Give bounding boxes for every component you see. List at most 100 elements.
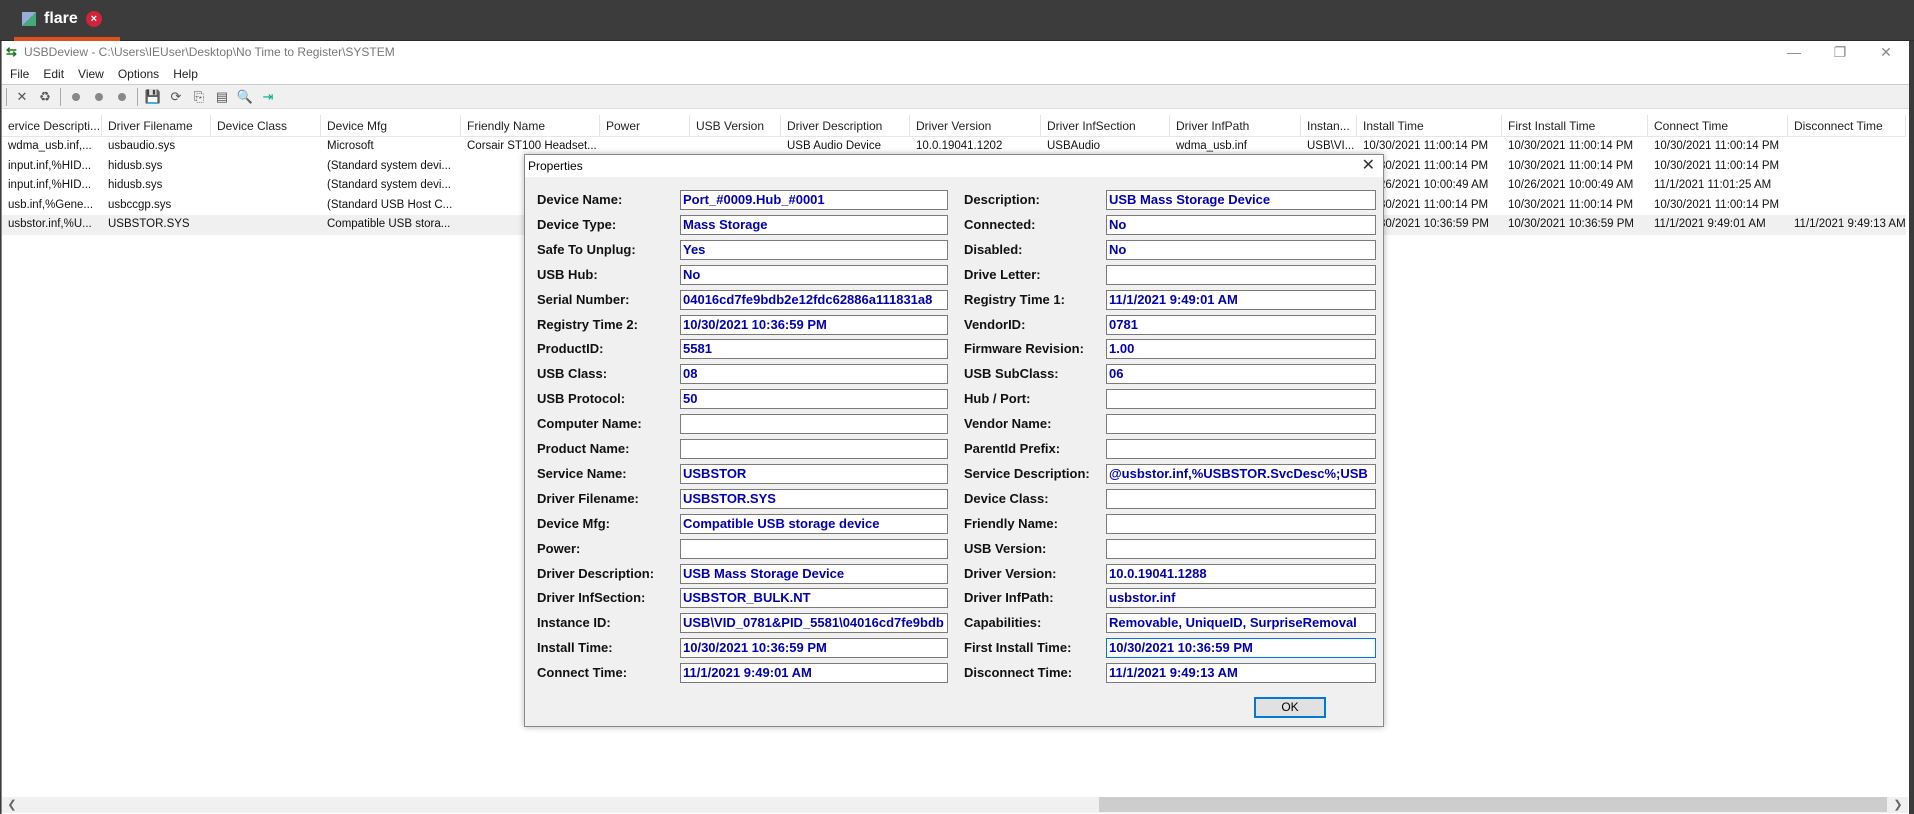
- field-value[interactable]: USBSTOR.SYS: [680, 488, 948, 509]
- field-value[interactable]: Yes: [680, 239, 948, 260]
- minimize-button[interactable]: —: [1771, 41, 1817, 63]
- maximize-button[interactable]: ❐: [1817, 41, 1863, 63]
- field-value[interactable]: 06: [1106, 364, 1376, 385]
- field-value[interactable]: 10/30/2021 10:36:59 PM: [680, 314, 948, 335]
- column-header[interactable]: Driver Description: [781, 115, 910, 137]
- toggle-icon[interactable]: [114, 89, 130, 105]
- field-value[interactable]: [1106, 488, 1376, 509]
- enable-icon[interactable]: [68, 89, 84, 105]
- menu-edit[interactable]: Edit: [43, 67, 64, 81]
- list-header: ervice Descripti... Driver Filename Device…: [2, 115, 1906, 137]
- column-header[interactable]: Driver Filename: [102, 115, 211, 137]
- field-value[interactable]: usbstor.inf: [1106, 588, 1376, 609]
- field-value[interactable]: Port_#0009.Hub_#0001: [680, 190, 948, 210]
- table-cell: [211, 196, 321, 216]
- field-value[interactable]: USB\VID_0781&PID_5581\04016cd7fe9bdb: [680, 613, 948, 634]
- field-label: Capabilities:: [964, 615, 1042, 631]
- table-cell: [211, 137, 321, 157]
- field-value[interactable]: 0781: [1106, 314, 1376, 335]
- field-value[interactable]: 08: [680, 364, 948, 385]
- field-label: Friendly Name:: [964, 515, 1058, 531]
- field-value[interactable]: [1106, 439, 1376, 459]
- menu-options[interactable]: Options: [118, 67, 159, 81]
- field-label: USB Class:: [537, 366, 608, 382]
- field-value[interactable]: 11/1/2021 9:49:01 AM: [1106, 289, 1376, 310]
- field-value[interactable]: Mass Storage: [680, 214, 948, 235]
- column-header[interactable]: Power: [600, 115, 690, 137]
- scrollbar-thumb[interactable]: [1099, 797, 1887, 812]
- menu-file[interactable]: File: [10, 67, 29, 81]
- table-cell: [211, 215, 321, 235]
- exit-icon[interactable]: ⇥: [260, 89, 276, 105]
- scroll-right-icon[interactable]: ❯: [1890, 797, 1906, 813]
- field-value[interactable]: 10/30/2021 10:36:59 PM: [680, 638, 948, 659]
- field-value[interactable]: 1.00: [1106, 339, 1376, 360]
- find-icon[interactable]: 🔍: [237, 89, 253, 105]
- field-value[interactable]: USBSTOR: [680, 463, 948, 484]
- field-value[interactable]: [1106, 264, 1376, 285]
- horizontal-scrollbar[interactable]: ❮ ❯: [2, 797, 1908, 813]
- vm-icon: [22, 11, 36, 26]
- field-value[interactable]: No: [1106, 239, 1376, 260]
- column-header[interactable]: Driver Version: [910, 115, 1041, 137]
- dialog-close-icon[interactable]: ✕: [1362, 155, 1375, 177]
- table-cell: Microsoft: [327, 140, 374, 152]
- field-value[interactable]: 5581: [680, 339, 948, 360]
- menu-view[interactable]: View: [78, 67, 104, 81]
- field-label: Service Description:: [964, 465, 1090, 481]
- field-value[interactable]: [680, 414, 948, 435]
- column-header[interactable]: ervice Descripti...: [2, 115, 102, 137]
- field-value[interactable]: 50: [680, 389, 948, 410]
- field-label: Description:: [964, 192, 1040, 207]
- field-label: Device Type:: [537, 216, 617, 232]
- field-value[interactable]: [1106, 389, 1376, 410]
- tab-flare[interactable]: flare ×: [14, 0, 120, 41]
- table-cell: hidusb.sys: [108, 159, 163, 172]
- column-header[interactable]: USB Version: [690, 115, 781, 137]
- field-value[interactable]: No: [680, 264, 948, 285]
- field-value[interactable]: [1106, 414, 1376, 435]
- column-header[interactable]: Device Mfg: [321, 115, 461, 137]
- field-value[interactable]: 04016cd7fe9bdb2e12fdc62886a111831a8: [680, 289, 948, 310]
- tab-close-icon[interactable]: ×: [85, 10, 102, 27]
- uninstall-icon[interactable]: ♻: [37, 89, 53, 105]
- field-value[interactable]: 10/30/2021 10:36:59 PM: [1106, 638, 1376, 659]
- column-header[interactable]: Instan...: [1301, 115, 1357, 137]
- column-header[interactable]: Connect Time: [1648, 115, 1788, 137]
- field-value[interactable]: [1106, 538, 1376, 559]
- field-value[interactable]: @usbstor.inf,%USBSTOR.SvcDesc%;USB: [1106, 463, 1376, 484]
- field-label: Disabled:: [964, 241, 1023, 257]
- field-value[interactable]: Removable, UniqueID, SurpriseRemoval: [1106, 613, 1376, 634]
- disable-icon[interactable]: [91, 89, 107, 105]
- field-value[interactable]: No: [1106, 214, 1376, 235]
- field-value[interactable]: Compatible USB storage device: [680, 513, 948, 534]
- refresh-icon[interactable]: ⟳: [168, 89, 184, 105]
- field-value[interactable]: [680, 538, 948, 559]
- column-header[interactable]: Friendly Name: [461, 115, 600, 137]
- field-value[interactable]: USBSTOR_BULK.NT: [680, 588, 948, 609]
- field-label: Driver Filename:: [537, 490, 639, 506]
- column-header[interactable]: Install Time: [1357, 115, 1502, 137]
- menu-help[interactable]: Help: [173, 67, 198, 81]
- field-value[interactable]: USB Mass Storage Device: [1106, 190, 1376, 210]
- table-cell: 10/30/2021 11:00:14 PM: [1654, 198, 1780, 211]
- ok-button[interactable]: OK: [1254, 697, 1326, 718]
- copy-icon[interactable]: ⎘: [191, 89, 207, 105]
- field-value[interactable]: 11/1/2021 9:49:01 AM: [680, 663, 948, 684]
- column-header[interactable]: Device Class: [211, 115, 321, 137]
- window-title: USBDeview - C:\Users\IEUser\Desktop\No T…: [24, 45, 395, 59]
- disconnect-icon[interactable]: ✕: [14, 89, 30, 105]
- field-value[interactable]: [1106, 513, 1376, 534]
- column-header[interactable]: Disconnect Time: [1788, 115, 1906, 137]
- close-button[interactable]: ✕: [1863, 41, 1909, 63]
- properties-icon[interactable]: ▤: [214, 89, 230, 105]
- field-value[interactable]: 11/1/2021 9:49:13 AM: [1106, 663, 1376, 684]
- field-value[interactable]: 10.0.19041.1288: [1106, 563, 1376, 584]
- column-header[interactable]: First Install Time: [1502, 115, 1648, 137]
- field-value[interactable]: [680, 439, 948, 459]
- column-header[interactable]: Driver InfPath: [1170, 115, 1301, 137]
- field-value[interactable]: USB Mass Storage Device: [680, 563, 948, 584]
- scroll-left-icon[interactable]: ❮: [4, 797, 20, 813]
- save-icon[interactable]: 💾: [145, 89, 161, 105]
- column-header[interactable]: Driver InfSection: [1041, 115, 1170, 137]
